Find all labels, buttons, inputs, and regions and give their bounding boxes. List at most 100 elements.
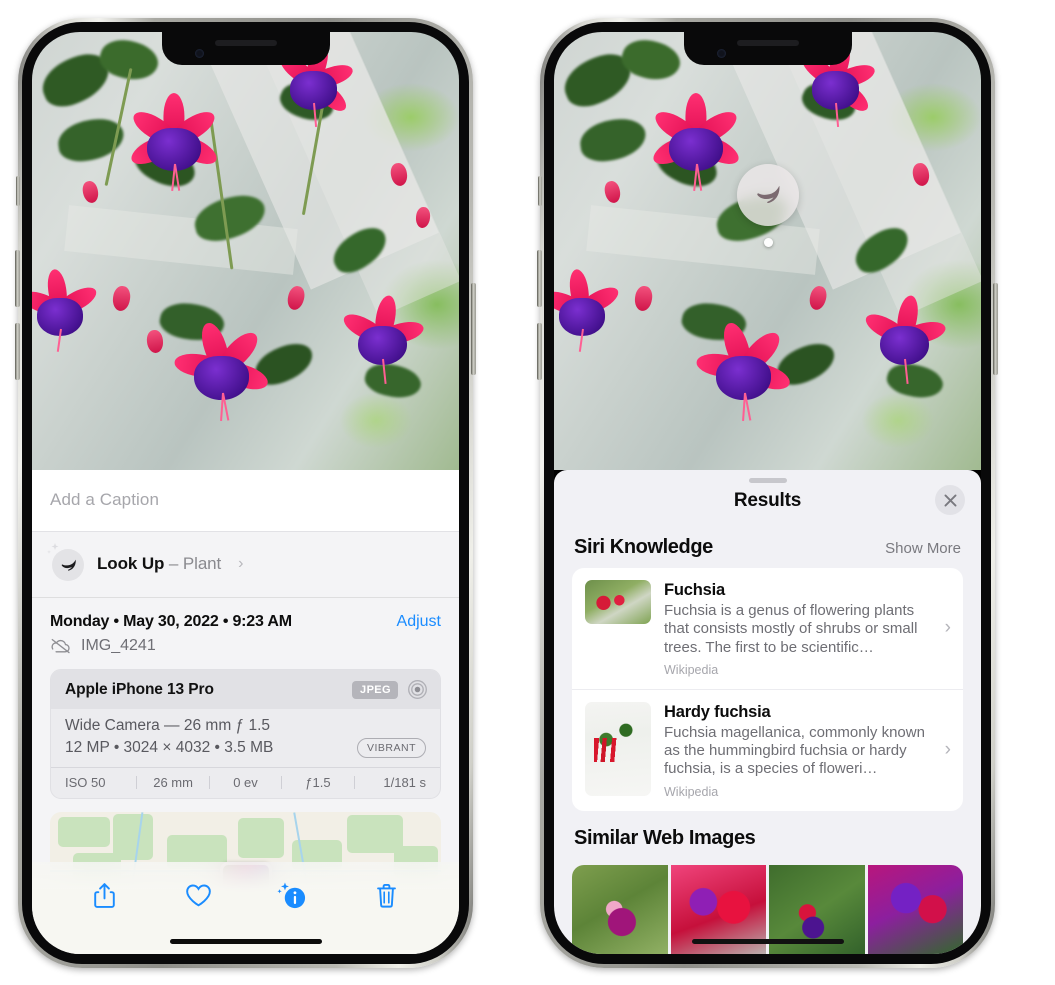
results-title: Results <box>733 490 802 511</box>
heart-icon <box>186 884 211 906</box>
photo-info-sheet: Add a Caption Look Up – Plant › Monday •… <box>32 470 459 954</box>
exif-stat-aperture: ƒ1.5 <box>305 775 331 790</box>
volume-up-button[interactable] <box>537 250 542 307</box>
volume-down-button[interactable] <box>537 323 542 380</box>
exif-body: Wide Camera — 26 mm ƒ 1.5 12 MP • 3024 ×… <box>51 709 440 767</box>
chevron-right-icon: › <box>238 555 244 572</box>
fuchsia-flower <box>339 293 427 384</box>
resolution-info: 12 MP • 3024 × 4032 • 3.5 MB <box>65 739 274 756</box>
knowledge-body: Fuchsia Fuchsia is a genus of flowering … <box>664 580 930 677</box>
knowledge-thumbnail <box>585 701 651 796</box>
adjust-button[interactable]: Adjust <box>397 613 441 631</box>
caption-placeholder[interactable]: Add a Caption <box>50 490 441 510</box>
knowledge-description: Fuchsia magellanica, commonly known as t… <box>664 723 925 778</box>
exif-header: Apple iPhone 13 Pro JPEG <box>51 670 440 709</box>
caption-field-row[interactable]: Add a Caption <box>32 470 459 532</box>
front-camera <box>194 49 204 58</box>
knowledge-source: Wikipedia <box>664 784 719 799</box>
sparkle-info-icon <box>277 881 305 908</box>
look-up-subject: Plant <box>182 554 222 573</box>
fuchsia-flower <box>648 93 744 191</box>
exif-stat-shutter: 1/181 s <box>383 775 427 790</box>
screenshot-stage: Add a Caption Look Up – Plant › Monday •… <box>0 0 1055 985</box>
share-icon <box>94 882 116 908</box>
similar-web-images-header: Similar Web Images <box>554 811 981 859</box>
fuchsia-flower <box>554 267 623 353</box>
earpiece-speaker <box>736 40 799 46</box>
format-badge: JPEG <box>352 680 398 699</box>
photographic-style-badge: VIBRANT <box>356 738 426 758</box>
favorite-button[interactable] <box>176 874 222 916</box>
date-row: Monday • May 30, 2022 • 9:23 AM Adjust <box>32 598 459 631</box>
file-row: IMG_4241 <box>32 631 459 669</box>
fuchsia-flower <box>126 93 222 191</box>
look-up-dash: – <box>168 554 179 573</box>
show-more-button[interactable]: Show More <box>885 540 961 557</box>
look-up-label: Look Up – Plant <box>97 554 221 574</box>
leaf-icon <box>756 185 779 204</box>
power-button[interactable] <box>471 283 476 375</box>
aperture-icon <box>408 680 427 699</box>
visual-look-up-badge[interactable] <box>736 164 799 226</box>
exif-card[interactable]: Apple iPhone 13 Pro JPEG Wide Camera — 2… <box>50 669 441 799</box>
home-indicator[interactable] <box>691 939 844 944</box>
front-camera <box>716 49 726 58</box>
delete-button[interactable] <box>363 874 409 916</box>
results-header: Results <box>554 470 981 520</box>
photo-viewer[interactable] <box>32 32 459 470</box>
leaf-icon <box>61 559 76 571</box>
trash-icon <box>376 883 396 908</box>
cloud-slash-icon <box>51 638 70 654</box>
knowledge-row[interactable]: Hardy fuchsia Fuchsia magellanica, commo… <box>572 688 963 811</box>
lens-info: Wide Camera — 26 mm ƒ 1.5 <box>65 717 271 734</box>
siri-knowledge-title: Siri Knowledge <box>574 536 713 558</box>
notch <box>161 32 330 65</box>
exif-size-row: 12 MP • 3024 × 4032 • 3.5 MB VIBRANT <box>65 738 426 758</box>
fuchsia-flower <box>32 267 101 353</box>
siri-knowledge-header: Siri Knowledge Show More <box>554 520 981 568</box>
exif-header-badges: JPEG <box>352 679 428 700</box>
knowledge-title: Hardy fuchsia <box>664 702 771 721</box>
home-indicator[interactable] <box>169 939 322 944</box>
notch <box>683 32 852 65</box>
visual-look-up-anchor-dot <box>763 238 773 247</box>
close-button[interactable] <box>935 485 965 515</box>
left-screen: Add a Caption Look Up – Plant › Monday •… <box>32 32 459 954</box>
chevron-right-icon: › <box>944 617 951 639</box>
knowledge-title: Fuchsia <box>664 581 725 599</box>
web-image-thumbnail[interactable] <box>867 864 963 954</box>
look-up-icon-circle <box>52 549 84 581</box>
photo-viewer[interactable] <box>554 32 981 470</box>
knowledge-thumbnail <box>585 580 651 624</box>
results-sheet: Results Siri Knowledge Show More Fuchsia… <box>554 470 981 954</box>
exif-stat-focal: 26 mm <box>153 775 193 790</box>
volume-down-button[interactable] <box>15 323 20 380</box>
volume-up-button[interactable] <box>15 250 20 307</box>
earpiece-speaker <box>214 40 277 46</box>
knowledge-row[interactable]: Fuchsia Fuchsia is a genus of flowering … <box>572 568 963 689</box>
fuchsia-flower <box>695 320 793 421</box>
similar-web-images-title: Similar Web Images <box>574 826 756 849</box>
info-button[interactable] <box>269 874 315 916</box>
power-button[interactable] <box>993 283 998 375</box>
mute-switch[interactable] <box>538 176 542 206</box>
left-iphone: Add a Caption Look Up – Plant › Monday •… <box>15 18 476 968</box>
exif-stat-exposure: 0 ev <box>233 775 258 790</box>
photo-date: Monday • May 30, 2022 • 9:23 AM <box>50 613 292 630</box>
exif-stat-iso: ISO 50 <box>65 775 106 790</box>
exif-stats-row: ISO 50 26 mm 0 ev ƒ1.5 1/181 s <box>51 767 440 798</box>
siri-knowledge-card: Fuchsia Fuchsia is a genus of flowering … <box>572 568 963 811</box>
right-iphone: Results Siri Knowledge Show More Fuchsia… <box>537 18 998 968</box>
fuchsia-flower <box>861 293 949 384</box>
share-button[interactable] <box>82 874 128 916</box>
look-up-row[interactable]: Look Up – Plant › <box>32 532 459 598</box>
look-up-icon-wrap <box>47 543 84 581</box>
chevron-right-icon: › <box>944 739 951 761</box>
right-screen: Results Siri Knowledge Show More Fuchsia… <box>554 32 981 954</box>
close-icon <box>944 494 956 506</box>
mute-switch[interactable] <box>16 176 20 206</box>
camera-device: Apple iPhone 13 Pro <box>65 680 214 698</box>
web-image-thumbnail[interactable] <box>572 864 668 954</box>
knowledge-source: Wikipedia <box>664 662 719 677</box>
fuchsia-flower <box>173 320 271 421</box>
